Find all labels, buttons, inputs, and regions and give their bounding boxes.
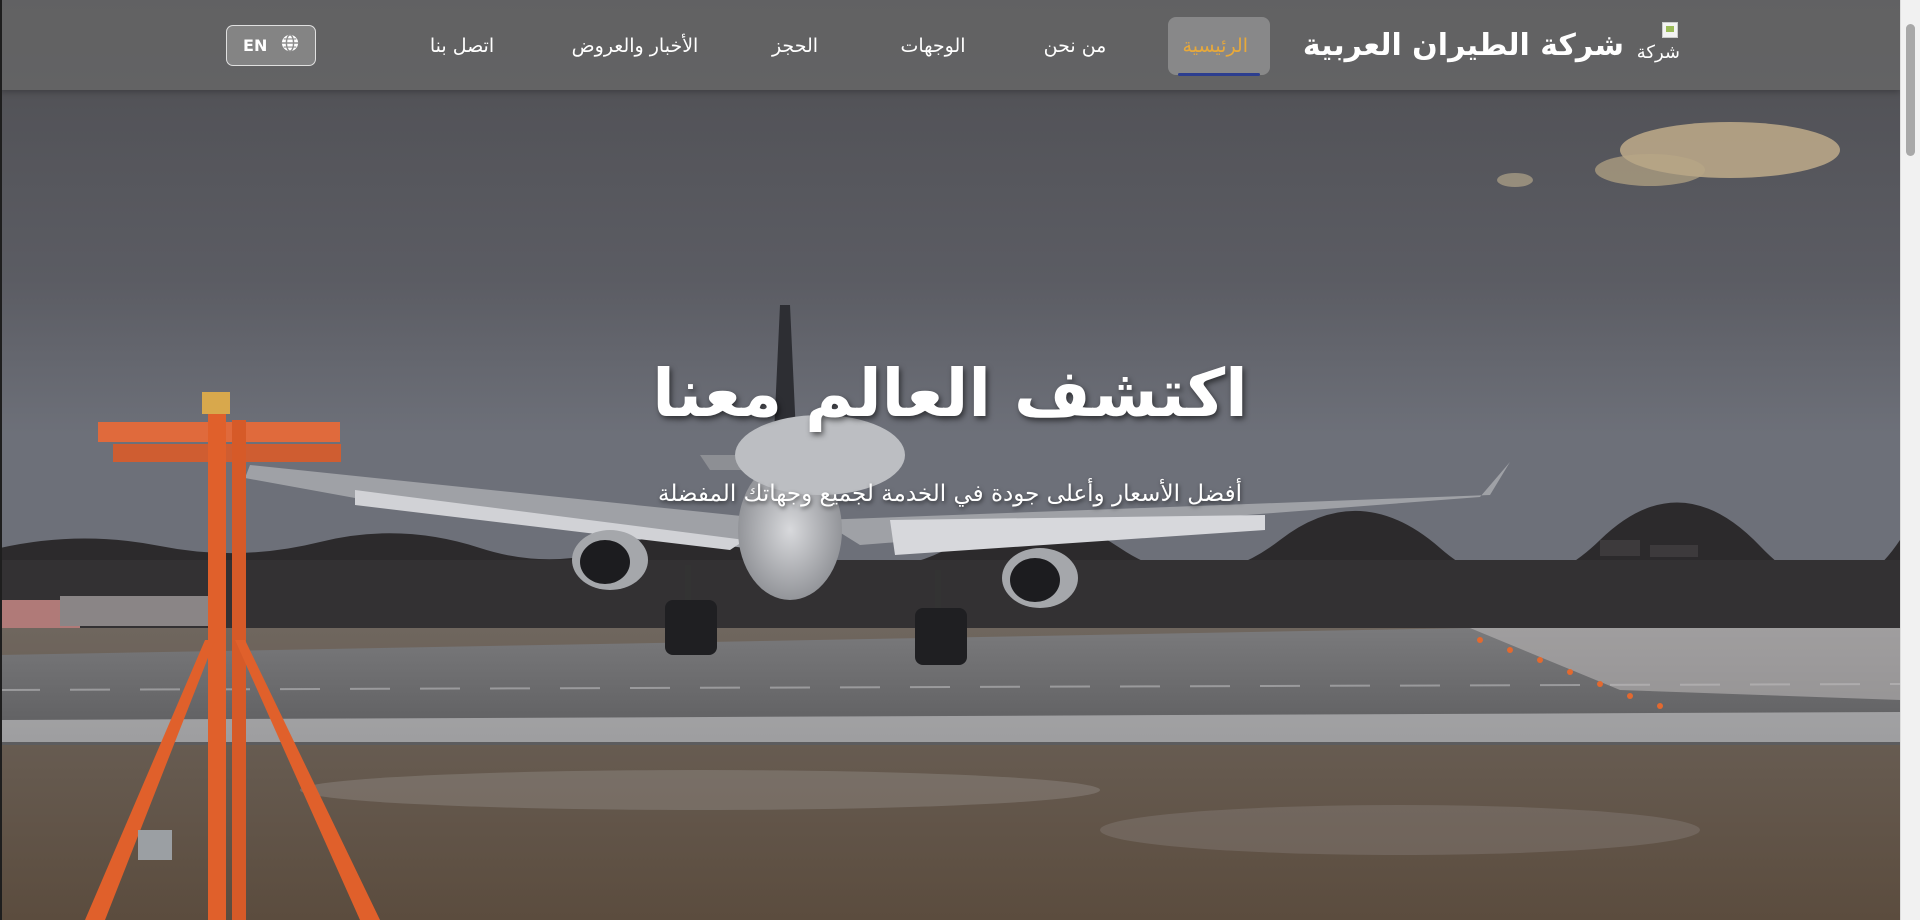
- cloud: [1595, 154, 1705, 186]
- navbar: شركة الطيران العربية شركة الرئيسية من نح…: [0, 0, 1900, 90]
- nav-item-booking[interactable]: الحجز: [755, 17, 835, 75]
- nav-item-destinations[interactable]: الوجهات: [883, 17, 983, 75]
- hero-background-image: [0, 0, 1900, 920]
- window-edge: [0, 0, 2, 920]
- nav-item-label: الرئيسية: [1182, 35, 1248, 57]
- language-label: EN: [243, 36, 268, 55]
- globe-icon: [281, 27, 299, 66]
- hero-section: [0, 0, 1900, 920]
- language-toggle-button[interactable]: EN: [226, 25, 316, 66]
- nav-item-about[interactable]: من نحن: [1030, 17, 1120, 75]
- logo-alt-text: شركة: [1636, 42, 1680, 63]
- vertical-scrollbar[interactable]: [1900, 0, 1920, 920]
- brand-name[interactable]: شركة الطيران العربية: [1303, 28, 1624, 63]
- broken-image-icon: [1662, 22, 1678, 38]
- nav-item-contact[interactable]: اتصل بنا: [412, 17, 512, 75]
- nav-item-news-offers[interactable]: الأخبار والعروض: [555, 17, 715, 75]
- nav-item-home[interactable]: الرئيسية: [1168, 17, 1270, 76]
- brand[interactable]: شركة الطيران العربية شركة: [1303, 14, 1680, 74]
- hero-title: اكتشف العالم معنا: [652, 355, 1248, 432]
- hero-subtitle: أفضل الأسعار وأعلى جودة في الخدمة لجميع …: [657, 481, 1243, 507]
- scrollbar-thumb[interactable]: [1906, 24, 1915, 156]
- active-underline: [1178, 73, 1260, 76]
- cloud: [1497, 173, 1533, 187]
- logo-image[interactable]: شركة: [1630, 22, 1680, 70]
